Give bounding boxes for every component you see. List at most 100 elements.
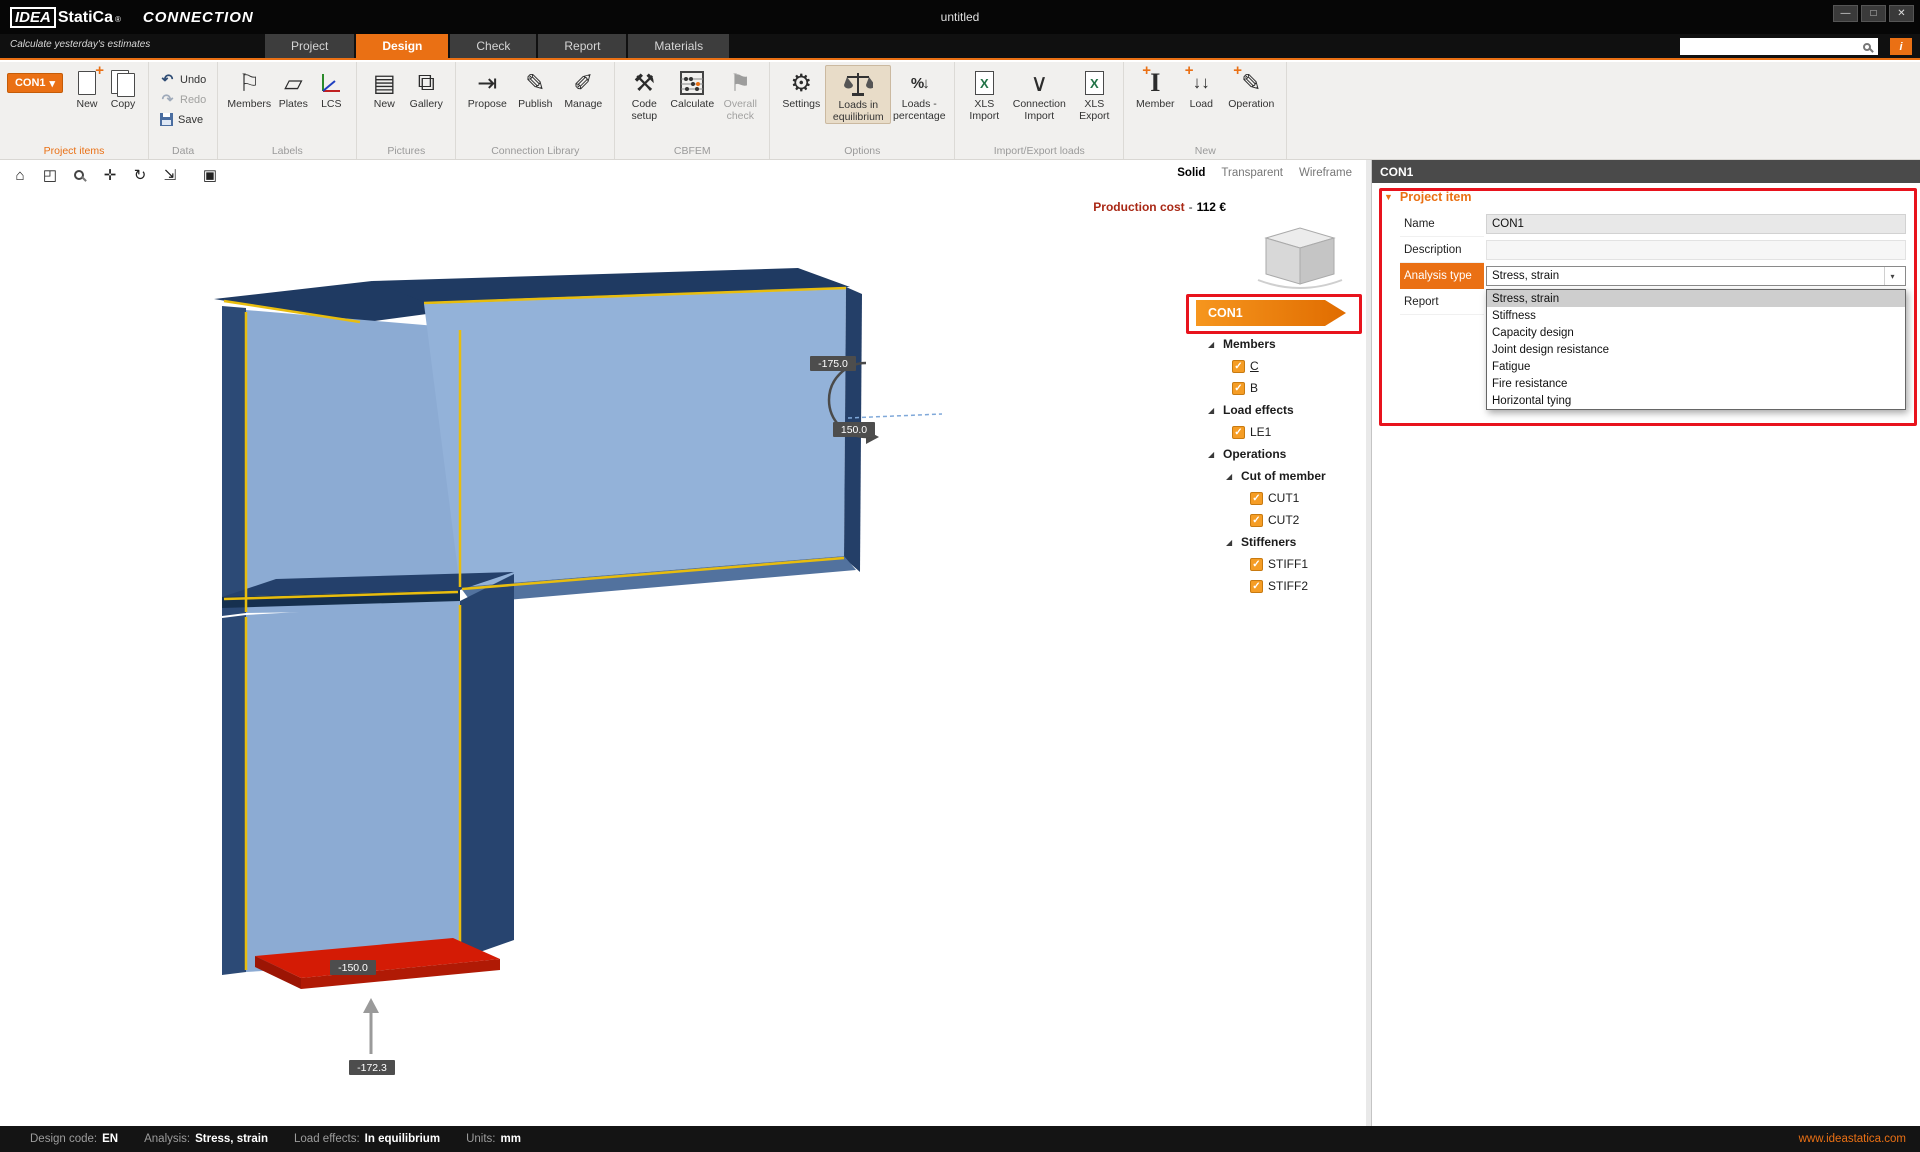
member-b-checkbox[interactable]: ✓	[1232, 381, 1245, 395]
expander-icon[interactable]: ◢	[1208, 450, 1218, 459]
picture-new-button[interactable]: ▤ New	[364, 65, 404, 111]
beam-web	[424, 289, 846, 587]
expander-icon[interactable]: ◢	[1208, 406, 1218, 415]
name-field[interactable]: CON1	[1486, 214, 1906, 234]
pan-button[interactable]: ✛	[96, 163, 124, 187]
search-input[interactable]	[1684, 40, 1863, 53]
home-view-button[interactable]: ⌂	[6, 163, 34, 187]
new-project-item-button[interactable]: + New	[69, 63, 105, 111]
tab-report[interactable]: Report	[538, 34, 627, 58]
dropdown-option-stiffness[interactable]: Stiffness	[1487, 307, 1905, 324]
view-mode-transparent[interactable]: Transparent	[1221, 167, 1283, 179]
stiff1-checkbox[interactable]: ✓	[1250, 557, 1263, 571]
ribbon-group-labels: ⚐ Members ▱ Plates LCS Labels	[218, 62, 358, 159]
con1-selector-button[interactable]: CON1 ▾	[7, 73, 63, 93]
expander-icon[interactable]: ◢	[1226, 538, 1236, 547]
tree-item-member-b[interactable]: ✓ B	[1196, 377, 1372, 399]
view-mode-solid[interactable]: Solid	[1177, 167, 1205, 179]
dropdown-option-fire-resistance[interactable]: Fire resistance	[1487, 375, 1905, 392]
stiff2-checkbox[interactable]: ✓	[1250, 579, 1263, 593]
chevron-down-icon[interactable]: ▾	[1884, 267, 1900, 285]
manage-button[interactable]: ✐ Manage	[559, 65, 607, 111]
help-button[interactable]: i	[1890, 38, 1912, 55]
xls-import-button[interactable]: X XLS Import	[962, 65, 1006, 122]
load-label-moment-top: -175.0	[818, 358, 848, 370]
tree-group-members[interactable]: ◢ Members	[1196, 333, 1372, 355]
tab-design[interactable]: Design	[356, 34, 449, 58]
loads-percentage-button[interactable]: %↓ Loads - percentage	[891, 65, 947, 122]
new-operation-button[interactable]: ✎ + Operation	[1223, 62, 1279, 111]
tab-project[interactable]: Project	[265, 34, 355, 58]
cut1-checkbox[interactable]: ✓	[1250, 491, 1263, 505]
zoom-button[interactable]	[66, 163, 94, 187]
rotate-button[interactable]: ↻	[126, 163, 154, 187]
analysis-type-dropdown: Stress, strain Stiffness Capacity design…	[1486, 289, 1906, 410]
expander-icon[interactable]: ◢	[1226, 472, 1236, 481]
propose-button[interactable]: ⇥ Propose	[463, 65, 511, 111]
save-button[interactable]: Save	[156, 111, 210, 128]
close-button[interactable]: ✕	[1889, 5, 1914, 22]
tree-item-stiff1[interactable]: ✓ STIFF1	[1196, 553, 1372, 575]
settings-button[interactable]: ⚙ Settings	[777, 65, 825, 111]
viewport-3d[interactable]: ⌂ ◰ ✛ ↻ ⇲ ▣ Solid Transparent Wireframe …	[0, 160, 1366, 1126]
redo-button[interactable]: ↷ Redo	[156, 91, 210, 108]
analysis-type-select[interactable]: Stress, strain ▾	[1486, 266, 1906, 286]
member-c-checkbox[interactable]: ✓	[1232, 359, 1245, 373]
tree-item-cut2[interactable]: ✓ CUT2	[1196, 509, 1372, 531]
dropdown-option-joint-design-resistance[interactable]: Joint design resistance	[1487, 341, 1905, 358]
minimize-button[interactable]: —	[1833, 5, 1858, 22]
website-link[interactable]: www.ideastatica.com	[1799, 1133, 1906, 1145]
tab-materials[interactable]: Materials	[628, 34, 730, 58]
render-mode-button[interactable]: ▣	[196, 163, 224, 187]
tree-group-cut-of-member[interactable]: ◢ Cut of member	[1196, 465, 1372, 487]
dropdown-option-capacity-design[interactable]: Capacity design	[1487, 324, 1905, 341]
tree-group-operations[interactable]: ◢ Operations	[1196, 443, 1372, 465]
chevron-down-icon: ▾	[49, 77, 56, 90]
dropdown-option-fatigue[interactable]: Fatigue	[1487, 358, 1905, 375]
calculate-button[interactable]: Calculate	[666, 65, 718, 111]
balance-scale-icon	[843, 68, 874, 100]
labels-lcs-button[interactable]: LCS	[313, 65, 349, 111]
cut2-checkbox[interactable]: ✓	[1250, 513, 1263, 527]
search-icon	[1863, 42, 1871, 51]
description-field[interactable]	[1486, 240, 1906, 260]
expander-icon[interactable]: ◢	[1208, 340, 1218, 349]
analysis-value: Stress, strain	[195, 1133, 269, 1145]
dropdown-option-stress-strain[interactable]: Stress, strain	[1487, 290, 1905, 307]
copy-project-item-button[interactable]: Copy	[105, 65, 141, 111]
tree-item-stiff2[interactable]: ✓ STIFF2	[1196, 575, 1372, 597]
xls-export-button[interactable]: X XLS Export	[1072, 65, 1116, 122]
search-box[interactable]	[1680, 38, 1878, 55]
new-load-button[interactable]: ↓↓ + Load	[1179, 63, 1223, 111]
view-mode-wireframe[interactable]: Wireframe	[1299, 167, 1352, 179]
restore-button[interactable]: □	[1861, 5, 1886, 22]
loads-in-equilibrium-button[interactable]: Loads in equilibrium	[825, 65, 892, 124]
connection-import-button[interactable]: ∨ Connection Import	[1006, 65, 1072, 122]
fit-view-button[interactable]: ⇲	[156, 163, 184, 187]
tree-item-cut1[interactable]: ✓ CUT1	[1196, 487, 1372, 509]
undo-button[interactable]: ↶ Undo	[156, 71, 210, 88]
new-member-button[interactable]: I + Member	[1131, 63, 1179, 111]
tree-item-con1[interactable]: CON1	[1196, 300, 1346, 326]
tree-group-load-effects[interactable]: ◢ Load effects	[1196, 399, 1372, 421]
window-controls: — □ ✕	[1833, 5, 1914, 22]
pencil-plus-icon: ✎ +	[1233, 62, 1262, 97]
publish-button[interactable]: ✎ Publish	[511, 65, 559, 111]
section-project-item[interactable]: ▼ Project item	[1372, 183, 1920, 211]
tab-check[interactable]: Check	[450, 34, 537, 58]
labels-members-button[interactable]: ⚐ Members	[225, 65, 273, 111]
picture-gallery-button[interactable]: ⧉ Gallery	[404, 65, 448, 111]
publish-pencil-icon: ✎	[525, 69, 546, 97]
tree-item-member-c[interactable]: ✓ C	[1196, 355, 1372, 377]
labels-plates-button[interactable]: ▱ Plates	[273, 65, 313, 111]
tree-item-le1[interactable]: ✓ LE1	[1196, 421, 1372, 443]
name-label: Name	[1400, 211, 1484, 237]
tree-group-stiffeners[interactable]: ◢ Stiffeners	[1196, 531, 1372, 553]
dropdown-option-horizontal-tying[interactable]: Horizontal tying	[1487, 392, 1905, 409]
property-row-description: Description	[1372, 237, 1920, 263]
zoom-window-button[interactable]: ◰	[36, 163, 64, 187]
code-setup-button[interactable]: ⚒ Code setup	[622, 65, 666, 122]
ribbon-group-data: ↶ Undo ↷ Redo Save Data	[149, 62, 219, 159]
column-left-flange-upper	[222, 306, 246, 616]
le1-checkbox[interactable]: ✓	[1232, 425, 1245, 439]
